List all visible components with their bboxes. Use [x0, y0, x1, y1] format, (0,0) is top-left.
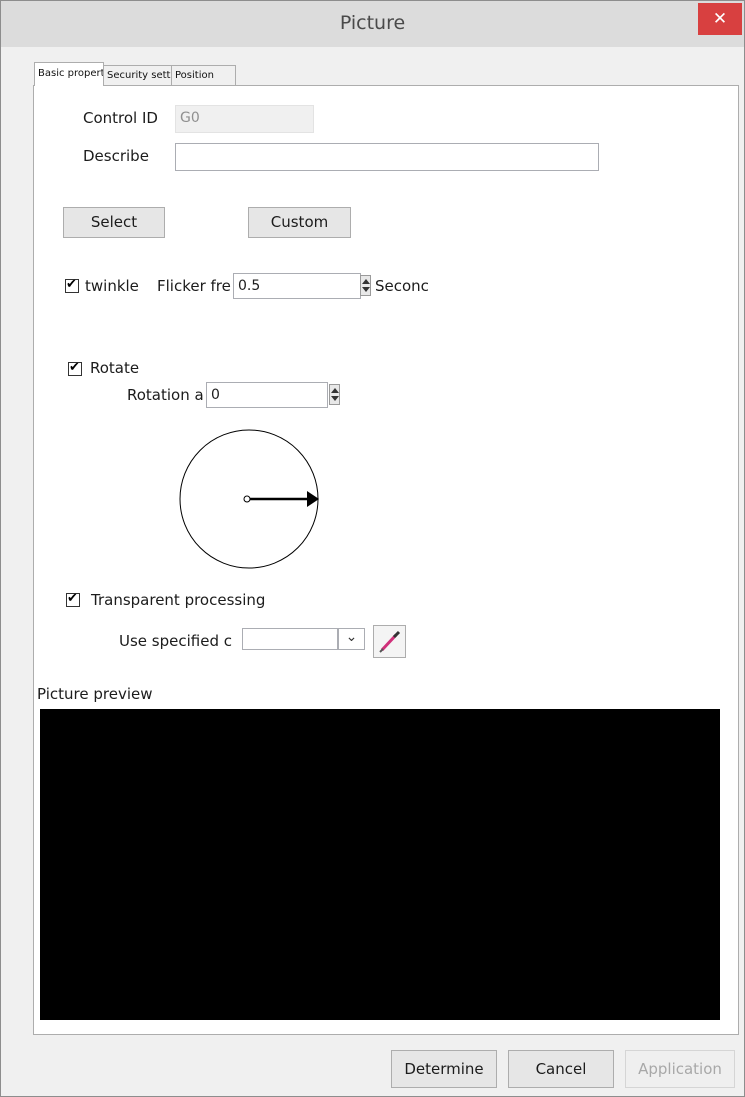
flicker-frequency-label: Flicker fre	[157, 277, 231, 295]
transparent-processing-label: Transparent processing	[91, 591, 266, 609]
use-specified-color-label: Use specified c	[119, 632, 232, 650]
custom-button[interactable]: Custom	[248, 207, 351, 238]
transparent-processing-checkbox[interactable]: ✔	[66, 591, 80, 607]
rotation-angle-label: Rotation a	[127, 386, 204, 404]
tab-security-settings[interactable]: Security settings	[103, 65, 172, 85]
eyedropper-icon[interactable]	[374, 626, 405, 657]
checkmark-icon: ✔	[66, 277, 77, 292]
dropdown-arrow-icon[interactable]: ⌄	[346, 629, 358, 645]
rotation-dial-icon[interactable]	[177, 429, 323, 573]
cancel-button[interactable]: Cancel	[508, 1050, 614, 1088]
select-button[interactable]: Select	[63, 207, 165, 238]
rotation-angle-spinner[interactable]	[329, 384, 340, 405]
checkmark-icon: ✔	[67, 591, 78, 606]
spinner-up-icon[interactable]	[331, 388, 339, 393]
describe-label: Describe	[83, 147, 149, 165]
spinner-up-icon[interactable]	[362, 279, 370, 284]
application-button: Application	[625, 1050, 735, 1088]
describe-field[interactable]	[175, 143, 599, 171]
eyedropper-button[interactable]	[373, 625, 406, 658]
picture-preview-label: Picture preview	[37, 685, 153, 703]
seconds-unit-label: Seconc	[375, 277, 429, 295]
control-id-field: G0	[175, 105, 314, 133]
picture-dialog: Picture ✕ Basic properties Security sett…	[0, 0, 745, 1097]
control-id-label: Control ID	[83, 109, 158, 127]
flicker-frequency-input[interactable]: 0.5	[233, 273, 361, 299]
spinner-down-icon[interactable]	[331, 396, 339, 401]
color-dropdown-button[interactable]: ⌄	[338, 628, 365, 650]
flicker-frequency-spinner[interactable]	[360, 275, 371, 296]
spinner-down-icon[interactable]	[362, 287, 370, 292]
tab-position[interactable]: Position	[171, 65, 236, 85]
rotation-angle-input[interactable]: 0	[206, 382, 328, 408]
color-select[interactable]	[242, 628, 338, 650]
twinkle-checkbox[interactable]: ✔	[65, 277, 79, 293]
tab-basic-properties[interactable]: Basic properties	[34, 62, 104, 86]
twinkle-label: twinkle	[85, 277, 139, 295]
rotate-checkbox[interactable]: ✔	[68, 360, 82, 376]
checkmark-icon: ✔	[69, 360, 80, 375]
close-button[interactable]: ✕	[698, 3, 742, 35]
picture-preview-area	[40, 709, 720, 1020]
rotate-label: Rotate	[90, 359, 140, 377]
close-icon[interactable]: ✕	[713, 9, 727, 29]
determine-button[interactable]: Determine	[391, 1050, 497, 1088]
window-title: Picture	[339, 12, 406, 34]
title-bar: Picture ✕	[1, 1, 744, 47]
